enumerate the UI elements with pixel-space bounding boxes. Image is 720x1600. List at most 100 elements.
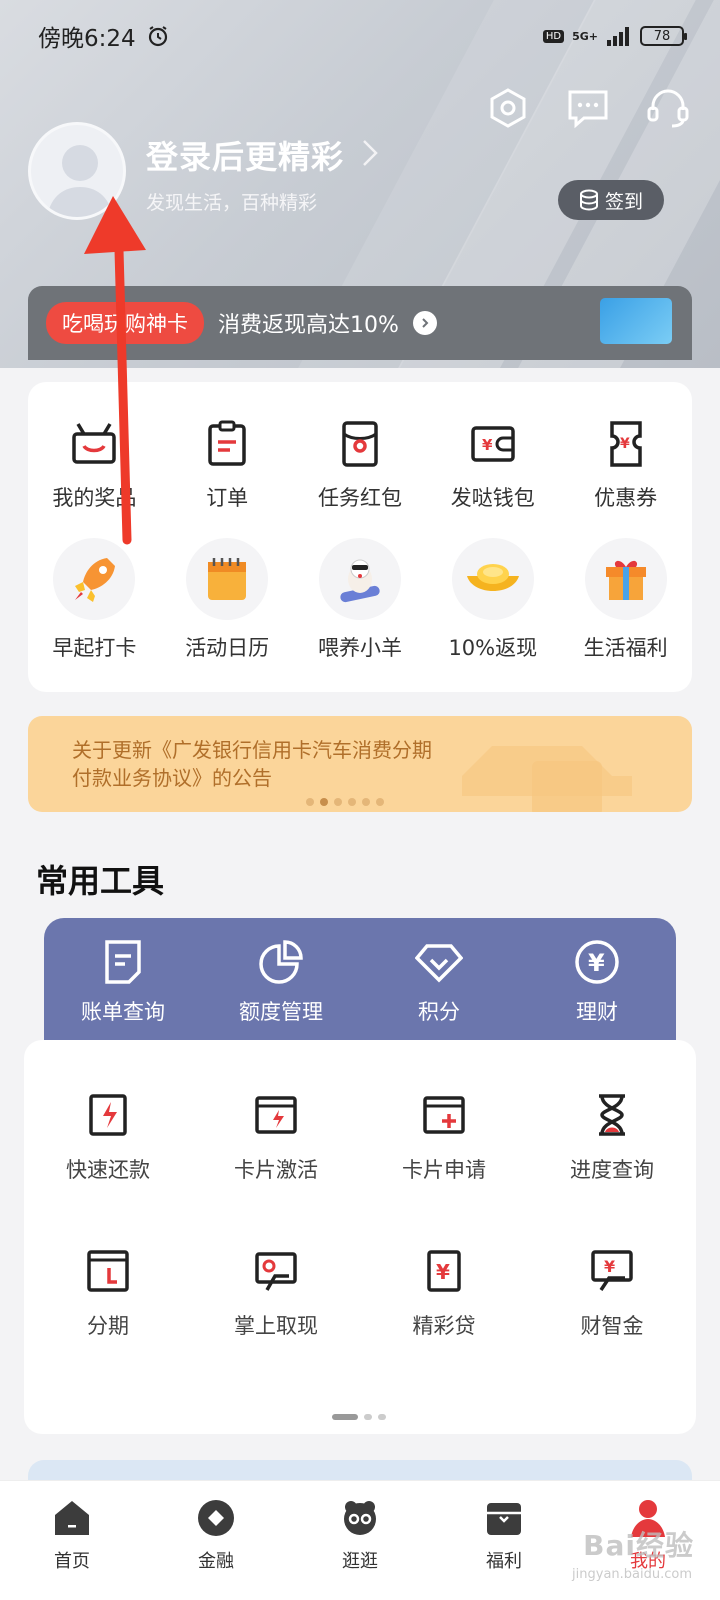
quick-item-coupons[interactable]: ¥ 优惠券	[559, 418, 692, 512]
installment-icon	[87, 1250, 129, 1292]
chevron-right-icon[interactable]	[360, 138, 380, 168]
tool-label: 额度管理	[239, 1000, 323, 1024]
tools-grid-card: 快速还款 卡片激活 卡片申请 进度查询 分期 掌上取现 ¥ 精彩贷 ¥ 财智金	[24, 1040, 696, 1434]
svg-text:¥: ¥	[588, 949, 605, 977]
tool-label: 快速还款	[66, 1158, 150, 1182]
tool-installment[interactable]: 分期	[24, 1248, 192, 1340]
quick-item-label: 任务红包	[317, 486, 402, 510]
prize-basket-icon	[72, 423, 117, 464]
quick-item-label: 优惠券	[594, 486, 658, 510]
tool-card-activate[interactable]: 卡片激活	[192, 1092, 360, 1184]
arrow-right-circle-icon	[412, 311, 437, 335]
alarm-icon	[148, 26, 167, 47]
tab-label: 逛逛	[342, 1551, 378, 1572]
battery-level: 78	[653, 28, 671, 44]
quick-item-label: 10%返现	[448, 636, 538, 660]
home-icon	[55, 1501, 89, 1535]
quick-row-2: 早起打卡 活动日历 喂养小羊 10%返现 生活福利	[28, 538, 692, 662]
car-illustration	[462, 746, 632, 812]
tool-progress-query[interactable]: 进度查询	[528, 1092, 696, 1184]
lightning-card-icon	[89, 1094, 127, 1136]
diamond-icon	[415, 944, 463, 983]
quick-item-label: 发哒钱包	[450, 486, 535, 510]
watermark-logo: Bai经验	[583, 1529, 694, 1562]
tab-finance[interactable]: 金融	[144, 1481, 288, 1600]
notice-banner[interactable]: 关于更新《广发银行信用卡汽车消费分期付款业务协议》的公告	[28, 716, 692, 812]
tool-loan[interactable]: ¥ 精彩贷	[360, 1248, 528, 1340]
tool-cash-withdraw[interactable]: 掌上取现	[192, 1248, 360, 1340]
battery-indicator: 78	[640, 26, 687, 46]
gift-box-icon	[584, 538, 667, 620]
tab-home[interactable]: 首页	[0, 1481, 144, 1600]
login-title[interactable]: 登录后更精彩	[146, 132, 344, 178]
wealth-icon: ¥	[591, 1250, 633, 1291]
status-time: 傍晚6:24	[38, 26, 136, 52]
tool-label: 卡片激活	[234, 1158, 318, 1182]
customer-service-icon[interactable]	[646, 86, 690, 130]
red-envelope-icon	[342, 421, 378, 467]
quick-item-task-redpacket[interactable]: 任务红包	[294, 418, 427, 512]
tab-browse[interactable]: 逛逛	[288, 1481, 432, 1600]
promo-banner[interactable]: 吃喝玩购神卡 消费返现高达10%	[28, 286, 692, 360]
quick-item-label: 喂养小羊	[317, 636, 402, 660]
message-icon[interactable]	[566, 86, 610, 130]
svg-text:¥: ¥	[436, 1260, 450, 1284]
svg-text:¥: ¥	[482, 436, 493, 454]
tool-wealth-fund[interactable]: ¥ 财智金	[528, 1248, 696, 1340]
tool-bill-query[interactable]: 账单查询	[44, 918, 202, 1042]
coupon-icon: ¥	[609, 421, 642, 467]
tool-points[interactable]: 积分	[360, 918, 518, 1042]
tab-welfare[interactable]: 福利	[432, 1481, 576, 1600]
order-clipboard-icon	[208, 420, 246, 466]
svg-text:¥: ¥	[604, 1257, 615, 1276]
quick-item-feed-sheep[interactable]: 喂养小羊	[294, 538, 427, 662]
tool-quick-repay[interactable]: 快速还款	[24, 1092, 192, 1184]
tool-label: 进度查询	[570, 1158, 654, 1182]
tab-label: 金融	[198, 1551, 234, 1572]
header-actions	[486, 86, 690, 130]
yen-coin-icon: ¥	[575, 940, 619, 984]
svg-text:¥: ¥	[620, 436, 630, 452]
card-activate-icon	[255, 1096, 297, 1134]
browse-icon	[344, 1501, 376, 1535]
tool-label: 卡片申请	[402, 1158, 486, 1182]
checkin-label: 签到	[604, 190, 643, 213]
settings-icon[interactable]	[486, 86, 530, 130]
quick-item-prizes[interactable]: 我的奖品	[28, 418, 161, 512]
tool-label: 分期	[87, 1314, 129, 1338]
quick-item-label: 订单	[206, 486, 249, 510]
tool-limit-management[interactable]: 额度管理	[202, 918, 360, 1042]
signal-icon	[607, 27, 629, 46]
hourglass-icon	[599, 1094, 625, 1136]
tool-wealth[interactable]: ¥ 理财	[518, 918, 676, 1042]
quick-item-calendar[interactable]: 活动日历	[161, 538, 294, 662]
tools-row-1: 快速还款 卡片激活 卡片申请 进度查询	[24, 1092, 696, 1184]
loan-icon: ¥	[427, 1250, 461, 1292]
quick-item-cashback[interactable]: 10%返现	[426, 538, 559, 662]
network-type: 5G+	[572, 29, 598, 43]
tools-strip: 账单查询 额度管理 积分 ¥ 理财	[44, 918, 676, 1042]
login-subtitle: 发现生活，百种精彩	[146, 192, 318, 214]
quick-item-life-welfare[interactable]: 生活福利	[559, 538, 692, 662]
bill-icon	[105, 940, 141, 984]
checkin-button[interactable]: 签到	[558, 180, 664, 220]
quick-item-label: 我的奖品	[52, 486, 137, 510]
finance-icon	[198, 1500, 234, 1536]
tools-section-title: 常用工具	[36, 862, 165, 900]
quick-item-wallet[interactable]: ¥ 发哒钱包	[426, 418, 559, 512]
calendar-icon	[186, 538, 269, 620]
tool-label: 理财	[576, 1000, 618, 1024]
quick-item-orders[interactable]: 订单	[161, 418, 294, 512]
credit-card-image	[600, 298, 672, 344]
quick-item-early-checkin[interactable]: 早起打卡	[28, 538, 161, 662]
pie-chart-icon	[259, 940, 303, 984]
tool-card-apply[interactable]: 卡片申请	[360, 1092, 528, 1184]
tool-label: 财智金	[580, 1314, 644, 1338]
tool-label: 精彩贷	[412, 1314, 476, 1338]
quick-row-1: 我的奖品 订单 任务红包 ¥ 发哒钱包 ¥ 优惠券	[28, 418, 692, 512]
wallet-icon: ¥	[471, 426, 515, 462]
tools-row-2: 分期 掌上取现 ¥ 精彩贷 ¥ 财智金	[24, 1248, 696, 1340]
promo-tag: 吃喝玩购神卡	[46, 302, 204, 344]
avatar[interactable]	[28, 122, 126, 220]
promo-text: 消费返现高达10%	[218, 313, 399, 338]
